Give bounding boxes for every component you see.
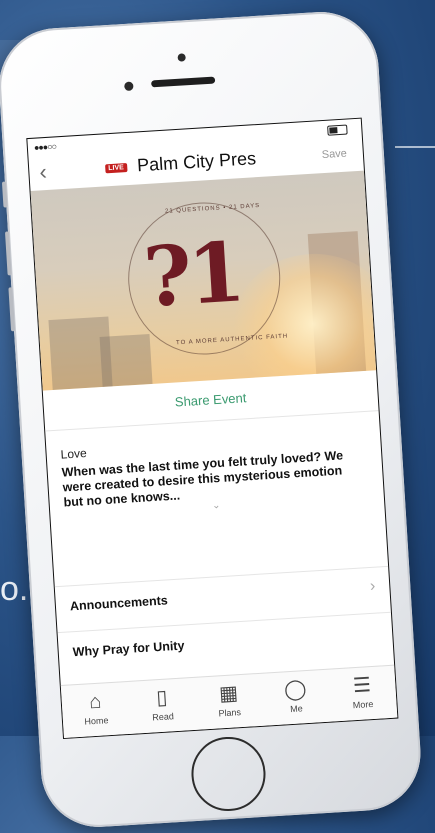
phone-mute-switch <box>1 181 8 208</box>
tab-label: Plans <box>218 707 242 719</box>
list-item-label: Announcements <box>69 593 169 614</box>
chevron-right-icon: › <box>369 577 376 595</box>
tab-plans[interactable]: ▦ Plans <box>194 674 264 730</box>
phone-device: ●●●○○ ‹ LIVE Palm City Pres Save 21 QUES… <box>0 8 424 831</box>
save-button[interactable]: Save <box>321 148 347 162</box>
tab-bar: ⌂ Home ▯ Read ▦ Plans ◯ Me ☰ More <box>60 664 398 738</box>
event-hero-image: 21 QUESTIONS • 21 DAYS TO A MORE AUTHENT… <box>30 170 377 391</box>
book-icon: ▯ <box>155 686 169 710</box>
tab-label: Read <box>152 711 175 723</box>
tab-me[interactable]: ◯ Me <box>261 670 331 726</box>
phone-speaker <box>151 76 216 88</box>
tab-read[interactable]: ▯ Read <box>127 678 197 734</box>
live-badge: LIVE <box>105 163 128 174</box>
phone-wrapper: ●●●○○ ‹ LIVE Palm City Pres Save 21 QUES… <box>0 0 435 831</box>
share-event-button[interactable]: Share Event <box>174 390 246 409</box>
phone-front-camera <box>124 81 134 92</box>
list-item-label: Why Pray for Unity <box>72 638 185 660</box>
user-icon: ◯ <box>283 678 308 702</box>
tab-label: More <box>352 699 374 711</box>
tab-more[interactable]: ☰ More <box>328 666 398 722</box>
phone-camera-top <box>177 53 186 62</box>
page-title: Palm City Pres <box>136 148 257 176</box>
love-section[interactable]: Love When was the last time you felt tru… <box>60 429 363 511</box>
tab-label: Me <box>289 703 303 715</box>
chevron-down-icon[interactable]: ⌄ <box>212 500 221 511</box>
phone-screen: ●●●○○ ‹ LIVE Palm City Pres Save 21 QUES… <box>26 117 399 740</box>
phone-volume-up <box>4 231 12 276</box>
phone-volume-down <box>8 287 16 332</box>
menu-icon: ☰ <box>352 674 372 698</box>
chevron-left-icon[interactable]: ‹ <box>39 159 48 185</box>
battery-icon <box>327 124 348 136</box>
tab-label: Home <box>84 715 109 727</box>
calendar-icon: ▦ <box>218 682 239 706</box>
building-silhouette <box>99 333 153 387</box>
phone-home-button[interactable] <box>189 734 268 814</box>
signal-indicator: ●●●○○ <box>33 141 57 153</box>
event-logo: ?1 <box>141 224 244 327</box>
home-icon: ⌂ <box>88 690 102 714</box>
tab-home[interactable]: ⌂ Home <box>61 682 131 738</box>
